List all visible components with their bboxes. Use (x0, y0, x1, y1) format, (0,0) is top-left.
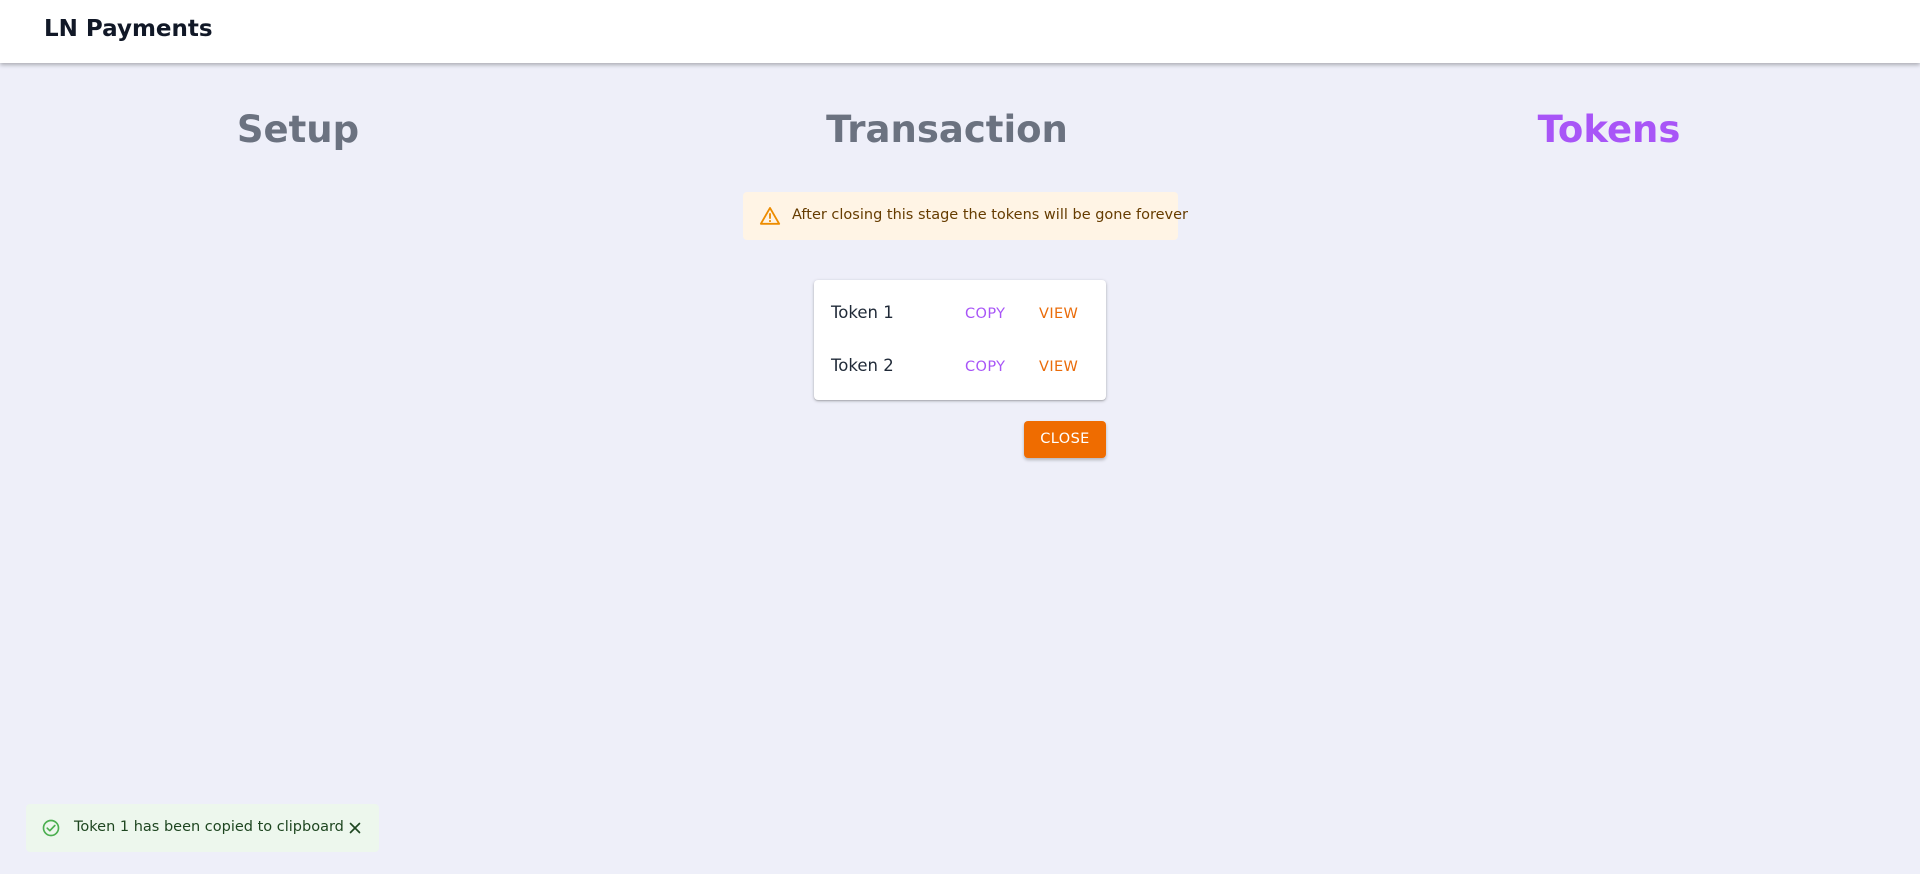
token-name: Token 2 (831, 356, 894, 375)
copy-token-1-button[interactable]: COPY (957, 299, 1013, 329)
step-transaction: Transaction (826, 108, 1068, 151)
app-title: LN Payments (44, 16, 213, 42)
token-name: Token 1 (831, 303, 894, 322)
view-token-1-button[interactable]: VIEW (1031, 299, 1086, 329)
token-row: Token 2 COPY VIEW (814, 347, 1106, 387)
page: LN Payments Setup Transaction Tokens Aft… (0, 0, 1920, 876)
success-snackbar: Token 1 has been copied to clipboard (26, 804, 379, 852)
token-list: Token 1 COPY VIEW Token 2 COPY VIEW (814, 280, 1106, 400)
app-bar: LN Payments (0, 0, 1920, 63)
warning-triangle-icon (759, 207, 781, 225)
snackbar-message: Token 1 has been copied to clipboard (74, 819, 344, 835)
check-circle-icon (42, 819, 60, 837)
step-setup: Setup (236, 108, 360, 151)
warning-message: After closing this stage the tokens will… (792, 207, 1189, 223)
view-token-2-button[interactable]: VIEW (1031, 352, 1086, 382)
copy-token-2-button[interactable]: COPY (957, 352, 1013, 382)
close-icon[interactable] (346, 819, 364, 837)
warning-alert: After closing this stage the tokens will… (743, 192, 1188, 240)
close-button[interactable]: CLOSE (1024, 421, 1106, 458)
step-tokens: Tokens (1537, 108, 1681, 151)
token-row: Token 1 COPY VIEW (814, 294, 1106, 334)
